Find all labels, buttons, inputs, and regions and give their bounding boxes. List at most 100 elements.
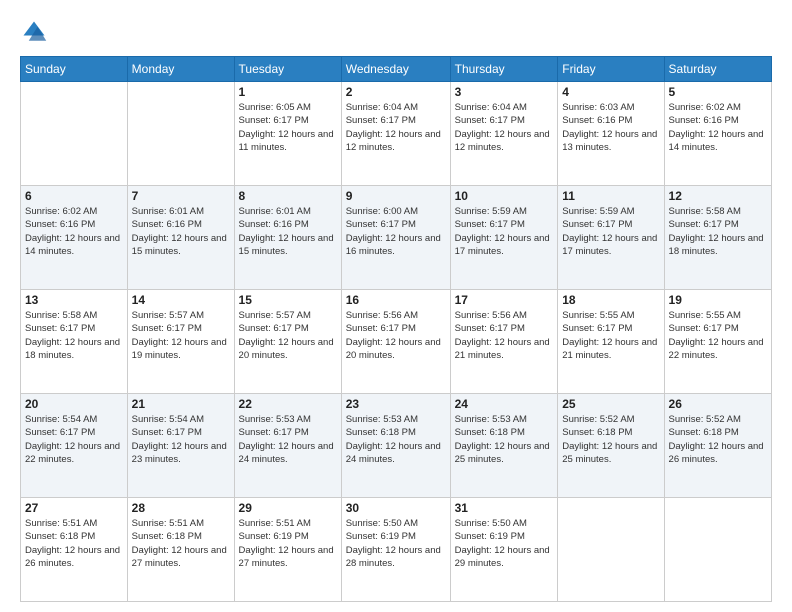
week-row-4: 20 Sunrise: 5:54 AM Sunset: 6:17 PM Dayli… [21, 394, 772, 498]
day-info: Sunrise: 5:56 AM Sunset: 6:17 PM Dayligh… [455, 309, 554, 362]
day-info: Sunrise: 5:55 AM Sunset: 6:17 PM Dayligh… [562, 309, 659, 362]
day-info: Sunrise: 5:53 AM Sunset: 6:17 PM Dayligh… [239, 413, 337, 466]
day-number: 31 [455, 501, 554, 515]
calendar-cell: 19 Sunrise: 5:55 AM Sunset: 6:17 PM Dayli… [664, 290, 771, 394]
calendar-cell: 30Sunrise: 5:50 AM Sunset: 6:19 PM Dayli… [341, 498, 450, 602]
calendar-cell: 5 Sunrise: 6:02 AM Sunset: 6:16 PM Daylig… [664, 82, 771, 186]
calendar-cell: 29 Sunrise: 5:51 AM Sunset: 6:19 PM Dayli… [234, 498, 341, 602]
calendar-cell: 4 Sunrise: 6:03 AM Sunset: 6:16 PM Daylig… [558, 82, 664, 186]
day-number: 25 [562, 397, 659, 411]
calendar-cell: 27 Sunrise: 5:51 AM Sunset: 6:18 PM Dayli… [21, 498, 128, 602]
day-info: Sunrise: 5:52 AM Sunset: 6:18 PM Dayligh… [669, 413, 767, 466]
day-number: 10 [455, 189, 554, 203]
day-info: Sunrise: 5:57 AM Sunset: 6:17 PM Dayligh… [132, 309, 230, 362]
calendar-cell: 7 Sunrise: 6:01 AM Sunset: 6:16 PM Daylig… [127, 186, 234, 290]
day-number: 22 [239, 397, 337, 411]
calendar-table: SundayMondayTuesdayWednesdayThursdayFrid… [20, 56, 772, 602]
day-info: Sunrise: 5:55 AM Sunset: 6:17 PM Dayligh… [669, 309, 767, 362]
day-info: Sunrise: 6:02 AM Sunset: 6:16 PM Dayligh… [669, 101, 767, 154]
calendar-cell: 16Sunrise: 5:56 AM Sunset: 6:17 PM Dayli… [341, 290, 450, 394]
header [20, 18, 772, 46]
day-info: Sunrise: 5:54 AM Sunset: 6:17 PM Dayligh… [132, 413, 230, 466]
calendar-cell: 14 Sunrise: 5:57 AM Sunset: 6:17 PM Dayli… [127, 290, 234, 394]
day-info: Sunrise: 5:58 AM Sunset: 6:17 PM Dayligh… [25, 309, 123, 362]
weekday-header-thursday: Thursday [450, 57, 558, 82]
calendar-cell: 11Sunrise: 5:59 AM Sunset: 6:17 PM Dayli… [558, 186, 664, 290]
day-number: 5 [669, 85, 767, 99]
week-row-5: 27 Sunrise: 5:51 AM Sunset: 6:18 PM Dayli… [21, 498, 772, 602]
calendar-cell: 15 Sunrise: 5:57 AM Sunset: 6:17 PM Dayli… [234, 290, 341, 394]
day-number: 4 [562, 85, 659, 99]
day-number: 19 [669, 293, 767, 307]
day-number: 17 [455, 293, 554, 307]
logo [20, 18, 52, 46]
week-row-2: 6 Sunrise: 6:02 AM Sunset: 6:16 PM Daylig… [21, 186, 772, 290]
day-info: Sunrise: 5:59 AM Sunset: 6:17 PM Dayligh… [455, 205, 554, 258]
day-number: 1 [239, 85, 337, 99]
calendar-cell [664, 498, 771, 602]
day-number: 14 [132, 293, 230, 307]
logo-icon [20, 18, 48, 46]
calendar-cell: 13 Sunrise: 5:58 AM Sunset: 6:17 PM Dayli… [21, 290, 128, 394]
week-row-1: 1 Sunrise: 6:05 AM Sunset: 6:17 PM Daylig… [21, 82, 772, 186]
day-number: 21 [132, 397, 230, 411]
day-info: Sunrise: 6:03 AM Sunset: 6:16 PM Dayligh… [562, 101, 659, 154]
day-info: Sunrise: 5:54 AM Sunset: 6:17 PM Dayligh… [25, 413, 123, 466]
calendar-cell: 25Sunrise: 5:52 AM Sunset: 6:18 PM Dayli… [558, 394, 664, 498]
day-number: 9 [346, 189, 446, 203]
calendar-cell: 20 Sunrise: 5:54 AM Sunset: 6:17 PM Dayli… [21, 394, 128, 498]
calendar-cell: 6 Sunrise: 6:02 AM Sunset: 6:16 PM Daylig… [21, 186, 128, 290]
calendar-cell: 1 Sunrise: 6:05 AM Sunset: 6:17 PM Daylig… [234, 82, 341, 186]
day-number: 12 [669, 189, 767, 203]
day-info: Sunrise: 5:51 AM Sunset: 6:19 PM Dayligh… [239, 517, 337, 570]
calendar-cell: 10 Sunrise: 5:59 AM Sunset: 6:17 PM Dayli… [450, 186, 558, 290]
weekday-header-sunday: Sunday [21, 57, 128, 82]
day-number: 23 [346, 397, 446, 411]
day-info: Sunrise: 6:01 AM Sunset: 6:16 PM Dayligh… [239, 205, 337, 258]
calendar-cell: 3Sunrise: 6:04 AM Sunset: 6:17 PM Daylig… [450, 82, 558, 186]
day-number: 6 [25, 189, 123, 203]
calendar-cell [127, 82, 234, 186]
weekday-header-friday: Friday [558, 57, 664, 82]
day-info: Sunrise: 5:51 AM Sunset: 6:18 PM Dayligh… [132, 517, 230, 570]
weekday-header-row: SundayMondayTuesdayWednesdayThursdayFrid… [21, 57, 772, 82]
calendar-cell: 22 Sunrise: 5:53 AM Sunset: 6:17 PM Dayli… [234, 394, 341, 498]
calendar-cell: 23 Sunrise: 5:53 AM Sunset: 6:18 PM Dayli… [341, 394, 450, 498]
calendar-cell: 9Sunrise: 6:00 AM Sunset: 6:17 PM Daylig… [341, 186, 450, 290]
day-number: 3 [455, 85, 554, 99]
calendar-cell: 26 Sunrise: 5:52 AM Sunset: 6:18 PM Dayli… [664, 394, 771, 498]
calendar-cell: 8 Sunrise: 6:01 AM Sunset: 6:16 PM Daylig… [234, 186, 341, 290]
weekday-header-wednesday: Wednesday [341, 57, 450, 82]
calendar-cell: 2Sunrise: 6:04 AM Sunset: 6:17 PM Daylig… [341, 82, 450, 186]
day-number: 18 [562, 293, 659, 307]
day-number: 24 [455, 397, 554, 411]
day-number: 20 [25, 397, 123, 411]
day-number: 15 [239, 293, 337, 307]
day-info: Sunrise: 5:50 AM Sunset: 6:19 PM Dayligh… [346, 517, 446, 570]
day-number: 8 [239, 189, 337, 203]
weekday-header-saturday: Saturday [664, 57, 771, 82]
day-number: 26 [669, 397, 767, 411]
page: SundayMondayTuesdayWednesdayThursdayFrid… [0, 0, 792, 612]
calendar-cell: 18 Sunrise: 5:55 AM Sunset: 6:17 PM Dayli… [558, 290, 664, 394]
calendar-cell: 24Sunrise: 5:53 AM Sunset: 6:18 PM Dayli… [450, 394, 558, 498]
calendar-cell: 21 Sunrise: 5:54 AM Sunset: 6:17 PM Dayli… [127, 394, 234, 498]
calendar-cell: 28 Sunrise: 5:51 AM Sunset: 6:18 PM Dayli… [127, 498, 234, 602]
day-info: Sunrise: 5:57 AM Sunset: 6:17 PM Dayligh… [239, 309, 337, 362]
calendar-cell: 17 Sunrise: 5:56 AM Sunset: 6:17 PM Dayli… [450, 290, 558, 394]
weekday-header-monday: Monday [127, 57, 234, 82]
day-info: Sunrise: 6:05 AM Sunset: 6:17 PM Dayligh… [239, 101, 337, 154]
day-number: 29 [239, 501, 337, 515]
day-number: 13 [25, 293, 123, 307]
calendar-cell: 31Sunrise: 5:50 AM Sunset: 6:19 PM Dayli… [450, 498, 558, 602]
day-info: Sunrise: 6:01 AM Sunset: 6:16 PM Dayligh… [132, 205, 230, 258]
weekday-header-tuesday: Tuesday [234, 57, 341, 82]
day-info: Sunrise: 6:02 AM Sunset: 6:16 PM Dayligh… [25, 205, 123, 258]
day-info: Sunrise: 5:51 AM Sunset: 6:18 PM Dayligh… [25, 517, 123, 570]
week-row-3: 13 Sunrise: 5:58 AM Sunset: 6:17 PM Dayli… [21, 290, 772, 394]
day-info: Sunrise: 5:53 AM Sunset: 6:18 PM Dayligh… [346, 413, 446, 466]
day-number: 27 [25, 501, 123, 515]
day-number: 7 [132, 189, 230, 203]
day-info: Sunrise: 6:04 AM Sunset: 6:17 PM Dayligh… [346, 101, 446, 154]
day-number: 28 [132, 501, 230, 515]
